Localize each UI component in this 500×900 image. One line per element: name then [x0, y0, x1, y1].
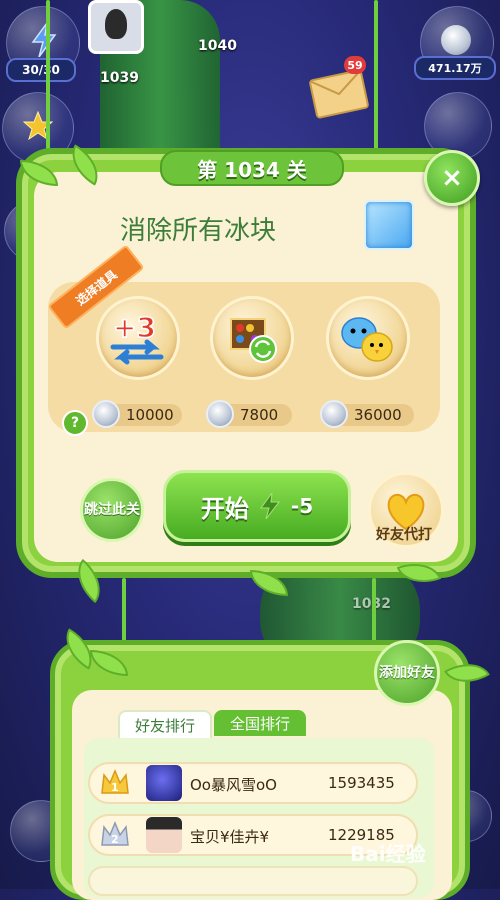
avatar [146, 817, 182, 853]
help-icon[interactable]: ? [62, 410, 88, 436]
tab-friends-ranking[interactable]: 好友排行 [118, 710, 212, 738]
svg-text:2: 2 [111, 833, 119, 846]
gold-crown-icon: 1 [101, 769, 129, 794]
watermark: Bai经验 [350, 842, 426, 866]
player-name: 宝贝¥佳卉¥ [190, 828, 270, 846]
prop-animal-swap[interactable] [326, 296, 410, 380]
svg-text:1: 1 [111, 781, 119, 794]
ranking-row[interactable]: 1 Oo暴风雪oO 1593435 [88, 762, 418, 804]
level-node-1039[interactable]: 1039 [100, 70, 139, 86]
skip-level-button[interactable]: 跳过此关 [80, 478, 144, 542]
coin-icon [92, 400, 120, 428]
start-cost: -5 [290, 494, 314, 518]
lightning-icon [259, 493, 280, 519]
lightning-icon [31, 23, 57, 57]
add-friend-button[interactable]: 添加好友 [374, 640, 440, 706]
coin-icon [320, 400, 348, 428]
vine [372, 578, 376, 648]
prop-plus-three[interactable]: +3 [96, 296, 180, 380]
animal-swap-icon [341, 317, 393, 362]
prop-price-value: 10000 [126, 406, 174, 424]
start-button[interactable]: 开始 -5 [163, 470, 351, 542]
coin-count: 471.17万 [414, 56, 496, 80]
ranking-row[interactable] [88, 866, 418, 896]
level-title: 第 1034 关 [160, 150, 344, 186]
tab-national-ranking[interactable]: 全国排行 [214, 710, 306, 736]
silver-crown-icon: 2 [101, 821, 129, 846]
player-score: 1593435 [328, 774, 395, 792]
prop-price-value: 36000 [354, 406, 402, 424]
avatar-face [105, 9, 127, 39]
prop-shuffle[interactable] [210, 296, 294, 380]
svg-text:+3: +3 [113, 311, 156, 344]
plus-three-moves-icon: +3 [110, 310, 164, 365]
player-avatar[interactable] [88, 0, 144, 54]
level-goal: 消除所有冰块 [120, 215, 277, 246]
start-label: 开始 [200, 494, 249, 523]
avatar [146, 765, 182, 801]
prop-price-1: 10000 [92, 400, 182, 428]
coin-icon [206, 400, 234, 428]
prop-price-2: 7800 [206, 400, 292, 428]
prop-price-value: 7800 [240, 406, 279, 424]
close-button[interactable]: × [424, 150, 480, 206]
prop-price-3: 36000 [320, 400, 414, 428]
energy-count: 30/30 [6, 58, 76, 82]
level-node-1040[interactable]: 1040 [198, 38, 237, 54]
friend-play-label[interactable]: 好友代打 [358, 524, 450, 544]
vine [374, 0, 378, 150]
player-name: Oo暴风雪oO [190, 776, 277, 794]
mail-badge: 59 [344, 56, 366, 74]
vine [122, 578, 126, 648]
shuffle-board-icon [230, 318, 277, 363]
coin-icon [441, 25, 471, 55]
vine [46, 0, 50, 150]
ice-block-icon [364, 200, 414, 250]
mail-icon[interactable] [308, 68, 370, 120]
envelope-icon [310, 70, 361, 96]
